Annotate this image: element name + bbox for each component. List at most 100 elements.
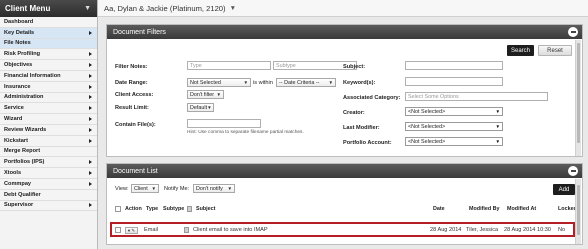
search-button[interactable]: Search	[507, 45, 534, 56]
dropdown-arrow-icon: ▼	[495, 139, 500, 144]
subject-label: Subject:	[343, 64, 366, 70]
sidebar-item-risk-profiling[interactable]: Risk Profiling	[0, 49, 97, 61]
collapse-icon[interactable]	[568, 27, 578, 37]
client-selector-bar[interactable]: Aa, Dylan & Jackie (Platinum, 2120) ▼	[98, 0, 588, 17]
date-range-select[interactable]: Not Selected ▼	[187, 78, 251, 87]
keywords-input[interactable]	[405, 77, 503, 86]
filters-scrollbar[interactable]	[575, 40, 581, 156]
sidebar-item-debt-qualifier[interactable]: Debt Qualifier	[0, 189, 97, 201]
column-subject[interactable]: Subject	[196, 206, 215, 212]
last-modifier-select[interactable]: <Not Selected> ▼	[405, 122, 503, 131]
creator-select[interactable]: <Not Selected> ▼	[405, 107, 503, 116]
client-menu-header[interactable]: Client Menu ▼	[0, 0, 97, 17]
result-limit-select[interactable]: Default ▼	[187, 103, 214, 112]
column-date[interactable]: Date	[433, 206, 445, 212]
column-action[interactable]: Action	[125, 206, 142, 212]
sidebar-item-key-details[interactable]: Key Details	[0, 27, 97, 39]
chevron-right-icon	[89, 95, 92, 100]
sidebar-item-wizard[interactable]: Wizard	[0, 114, 97, 125]
add-button[interactable]: Add	[553, 184, 575, 195]
view-label: View:	[115, 186, 129, 192]
sidebar-item-supervisor[interactable]: Supervisor	[0, 200, 97, 212]
creator-label: Creator:	[343, 110, 365, 116]
chevron-right-icon	[89, 84, 92, 89]
collapse-icon[interactable]	[568, 166, 578, 176]
client-menu-title: Client Menu	[5, 4, 51, 13]
subject-input[interactable]	[405, 61, 503, 70]
sidebar-item-label: Dashboard	[4, 18, 34, 25]
sidebar-item-label: Merge Report	[4, 148, 41, 155]
sidebar-item-review-wizards[interactable]: Review Wizards	[0, 124, 97, 136]
sidebar-item-portfolios-ips[interactable]: Portfolios (IPS)	[0, 157, 97, 169]
document-list-panel: Document List View: Client ▼ Notify Me: D…	[106, 163, 583, 245]
chevron-right-icon	[89, 73, 92, 78]
row-action-menu[interactable]: ▾ ✎	[125, 227, 138, 234]
sidebar-item-file-notes[interactable]: File Notes	[0, 38, 97, 50]
chevron-down-icon[interactable]: ▼	[84, 5, 91, 12]
email-document-icon[interactable]	[184, 227, 189, 233]
chevron-right-icon	[89, 117, 92, 122]
chevron-right-icon	[89, 203, 92, 208]
dropdown-arrow-icon: ▼	[328, 80, 333, 85]
contain-files-input[interactable]	[187, 119, 261, 128]
chevron-down-icon[interactable]: ▼	[230, 5, 236, 12]
column-modified-at[interactable]: Modified At	[507, 206, 536, 212]
table-row[interactable]: ▾ ✎ Email Client email to save into IMAP…	[110, 222, 575, 237]
column-subtype[interactable]: Subtype	[163, 206, 184, 212]
sidebar-item-objectives[interactable]: Objectives	[0, 60, 97, 71]
result-limit-label: Result Limit:	[115, 105, 149, 111]
sidebar-item-insurance[interactable]: Insurance	[0, 81, 97, 93]
sidebar-item-label: Portfolios (IPS)	[4, 159, 45, 166]
dropdown-arrow-icon: ▼	[243, 80, 248, 85]
type-input[interactable]: Type	[187, 61, 271, 70]
is-within-text: is within	[253, 80, 273, 86]
sidebar-item-kickstart[interactable]: Kickstart	[0, 135, 97, 147]
sidebar-item-dashboard[interactable]: Dashboard	[0, 17, 97, 28]
sidebar-item-label: Kickstart	[4, 137, 28, 144]
client-access-label: Client Access:	[115, 92, 154, 98]
sidebar-item-label: Insurance	[4, 83, 31, 90]
notify-label: Notify Me:	[164, 186, 190, 192]
column-type[interactable]: Type	[146, 206, 158, 212]
dropdown-arrow-icon: ▼	[216, 92, 221, 97]
sidebar-item-service[interactable]: Service	[0, 103, 97, 115]
row-date: 28 Aug 2014	[430, 227, 462, 233]
sidebar-item-label: Financial Information	[4, 72, 61, 79]
reset-button[interactable]: Reset	[538, 45, 572, 56]
attachment-icon	[187, 206, 192, 212]
notify-select[interactable]: Don't notify ▼	[193, 184, 235, 193]
chevron-right-icon	[89, 106, 92, 111]
scrollbar-thumb[interactable]	[577, 43, 580, 143]
sidebar-item-financial-information[interactable]: Financial Information	[0, 70, 97, 82]
sidebar-item-xtools[interactable]: Xtools	[0, 168, 97, 179]
row-modified-at: 28 Aug 2014 10:30	[504, 227, 551, 233]
sidebar-item-label: Administration	[4, 94, 44, 101]
client-name[interactable]: Aa, Dylan & Jackie (Platinum, 2120)	[104, 4, 226, 13]
sidebar-item-label: Key Details	[4, 29, 35, 36]
sidebar-item-commpay[interactable]: Commpay	[0, 178, 97, 190]
column-modified-by[interactable]: Modified By	[469, 206, 500, 212]
row-type: Email	[144, 227, 158, 233]
row-locked: No	[558, 227, 566, 233]
sidebar-item-administration[interactable]: Administration	[0, 92, 97, 104]
date-criteria-select[interactable]: -- Date Criteria -- ▼	[276, 78, 336, 87]
document-list-header: Document List	[107, 164, 582, 178]
select-all-checkbox[interactable]	[115, 206, 121, 212]
portfolio-account-select[interactable]: <Not Selected> ▼	[405, 137, 503, 146]
chevron-right-icon	[89, 63, 92, 68]
sidebar-menu-list: Dashboard Key Details File Notes Risk Profi…	[0, 17, 97, 212]
sidebar-item-label: Debt Qualifier	[4, 191, 41, 198]
row-modified-by: Tiler, Jessica	[466, 227, 499, 233]
row-subject[interactable]: Client email to save into IMAP	[193, 227, 268, 233]
scrollbar-thumb[interactable]	[577, 185, 580, 235]
associated-category-input[interactable]: Select Some Options	[405, 92, 548, 101]
view-select[interactable]: Client ▼	[131, 184, 159, 193]
client-access-select[interactable]: Don't filter ▼	[187, 90, 224, 99]
associated-category-label: Associated Category:	[343, 95, 401, 101]
sidebar-item-merge-report[interactable]: Merge Report	[0, 146, 97, 158]
sidebar-item-label: Review Wizards	[4, 126, 47, 133]
dropdown-arrow-icon: ▼	[207, 105, 212, 110]
doclist-scrollbar[interactable]	[575, 179, 581, 244]
row-checkbox[interactable]	[115, 227, 121, 233]
dropdown-arrow-icon: ▼	[495, 124, 500, 129]
